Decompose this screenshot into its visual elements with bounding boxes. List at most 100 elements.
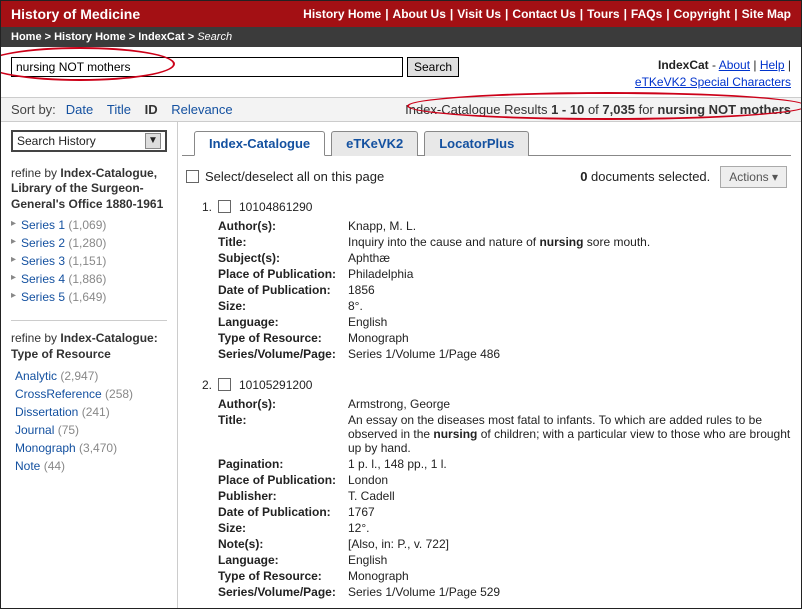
facet-item: Series 3 (1,151) [11, 252, 167, 270]
field-label: Type of Resource: [218, 569, 348, 583]
facet-link[interactable]: Series 4 [21, 272, 65, 286]
tab-etkevk2[interactable]: eTKeVK2 [331, 131, 418, 156]
facet-item: Dissertation (241) [11, 403, 167, 421]
facet-item: Monograph (3,470) [11, 439, 167, 457]
record: 1.10104861290Author(s):Knapp, M. L.Title… [198, 200, 791, 362]
field-label: Type of Resource: [218, 331, 348, 345]
help-link[interactable]: Help [760, 58, 785, 72]
field-value: Monograph [348, 331, 791, 345]
nav-history-home[interactable]: History Home [303, 7, 381, 21]
field-label: Pagination: [218, 457, 348, 471]
field-label: Size: [218, 299, 348, 313]
brand-indexcat: IndexCat [658, 58, 709, 72]
record-number: 1. [198, 200, 212, 214]
record-checkbox[interactable] [218, 378, 231, 391]
field-value: Aphthæ [348, 251, 791, 265]
field-value: 1856 [348, 283, 791, 297]
field-value: 8°. [348, 299, 791, 313]
field-value: [Also, in: P., v. 722] [348, 537, 791, 551]
crumb-indexcat[interactable]: IndexCat [138, 31, 184, 43]
nav-visit-us[interactable]: Visit Us [457, 7, 501, 21]
search-history-select[interactable]: Search History ▼ [11, 130, 167, 152]
sort-options: Date Title ID Relevance [56, 102, 233, 117]
record-field: Author(s):Knapp, M. L. [198, 218, 791, 234]
facet-link[interactable]: Monograph [15, 441, 76, 455]
field-value: London [348, 473, 791, 487]
field-label: Place of Publication: [218, 473, 348, 487]
crumb-home[interactable]: Home [11, 31, 42, 43]
facet-link[interactable]: Journal [15, 423, 54, 437]
records-list: 1.10104861290Author(s):Knapp, M. L.Title… [182, 196, 791, 600]
actions-button[interactable]: Actions ▾ [720, 166, 787, 188]
field-value: Series 1/Volume 1/Page 486 [348, 347, 791, 361]
facet-link[interactable]: Series 3 [21, 254, 65, 268]
field-value: Knapp, M. L. [348, 219, 791, 233]
record-field: Pagination:1 p. l., 148 pp., 1 l. [198, 456, 791, 472]
nav-faqs[interactable]: FAQs [631, 7, 662, 21]
field-label: Language: [218, 315, 348, 329]
facet-link[interactable]: CrossReference [15, 387, 102, 401]
content: Index-Catalogue eTKeVK2 LocatorPlus Sele… [177, 122, 801, 609]
record-field: Type of Resource:Monograph [198, 330, 791, 346]
select-all-label: Select/deselect all on this page [205, 169, 384, 184]
sort-row: Sort by: Date Title ID Relevance Index-C… [1, 97, 801, 122]
record-field: Date of Publication:1767 [198, 504, 791, 520]
facet-link[interactable]: Note [15, 459, 40, 473]
tab-locatorplus[interactable]: LocatorPlus [424, 131, 529, 156]
sort-relevance[interactable]: Relevance [171, 102, 232, 117]
search-input[interactable] [11, 57, 403, 77]
field-label: Series/Volume/Page: [218, 585, 348, 599]
field-value: An essay on the diseases most fatal to i… [348, 413, 791, 455]
facet-link[interactable]: Series 1 [21, 218, 65, 232]
field-label: Author(s): [218, 397, 348, 411]
site-title: History of Medicine [11, 6, 140, 22]
nav-about-us[interactable]: About Us [393, 7, 446, 21]
field-label: Author(s): [218, 219, 348, 233]
sort-title[interactable]: Title [107, 102, 131, 117]
nav-contact-us[interactable]: Contact Us [512, 7, 575, 21]
facet-item: Series 5 (1,649) [11, 288, 167, 306]
crumb-history-home[interactable]: History Home [54, 31, 126, 43]
facet-series-list: Series 1 (1,069)Series 2 (1,280)Series 3… [11, 216, 167, 306]
field-value: Inquiry into the cause and nature of nur… [348, 235, 791, 249]
refine-group-1: refine by Index-Catalogue, Library of th… [11, 166, 167, 213]
main: Search History ▼ refine by Index-Catalog… [1, 122, 801, 609]
record-field: Date of Publication:1856 [198, 282, 791, 298]
divider [11, 320, 167, 321]
record-id: 10105291200 [239, 378, 312, 392]
field-value: Series 1/Volume 1/Page 529 [348, 585, 791, 599]
facet-link[interactable]: Analytic [15, 369, 57, 383]
about-link[interactable]: About [719, 58, 750, 72]
record: 2.10105291200Author(s):Armstrong, George… [198, 378, 791, 600]
search-row: Search IndexCat - About | Help | eTKeVK2… [1, 47, 801, 97]
select-all-checkbox[interactable] [186, 170, 199, 183]
field-label: Title: [218, 235, 348, 249]
facet-item: CrossReference (258) [11, 385, 167, 403]
record-number: 2. [198, 378, 212, 392]
facet-link[interactable]: Dissertation [15, 405, 78, 419]
field-label: Series/Volume/Page: [218, 347, 348, 361]
field-label: Size: [218, 521, 348, 535]
field-label: Subject(s): [218, 251, 348, 265]
nav-tours[interactable]: Tours [587, 7, 619, 21]
record-field: Size:8°. [198, 298, 791, 314]
field-label: Place of Publication: [218, 267, 348, 281]
facet-link[interactable]: Series 5 [21, 290, 65, 304]
breadcrumb: Home > History Home > IndexCat > Search [1, 27, 801, 47]
record-field: Subject(s):Aphthæ [198, 250, 791, 266]
nav-site-map[interactable]: Site Map [742, 7, 791, 21]
field-value: 12°. [348, 521, 791, 535]
tab-index-catalogue[interactable]: Index-Catalogue [194, 131, 325, 156]
record-checkbox[interactable] [218, 200, 231, 213]
record-field: Language:English [198, 314, 791, 330]
search-button[interactable]: Search [407, 57, 459, 77]
sort-date[interactable]: Date [66, 102, 93, 117]
record-field: Title:Inquiry into the cause and nature … [198, 234, 791, 250]
nav-copyright[interactable]: Copyright [674, 7, 731, 21]
sidebar: Search History ▼ refine by Index-Catalog… [1, 122, 177, 609]
field-value: T. Cadell [348, 489, 791, 503]
results-summary: Index-Catalogue Results 1 - 10 of 7,035 … [405, 102, 791, 117]
etk-characters-link[interactable]: eTKeVK2 Special Characters [635, 75, 791, 89]
facet-link[interactable]: Series 2 [21, 236, 65, 250]
search-right-links: IndexCat - About | Help | eTKeVK2 Specia… [635, 57, 791, 91]
